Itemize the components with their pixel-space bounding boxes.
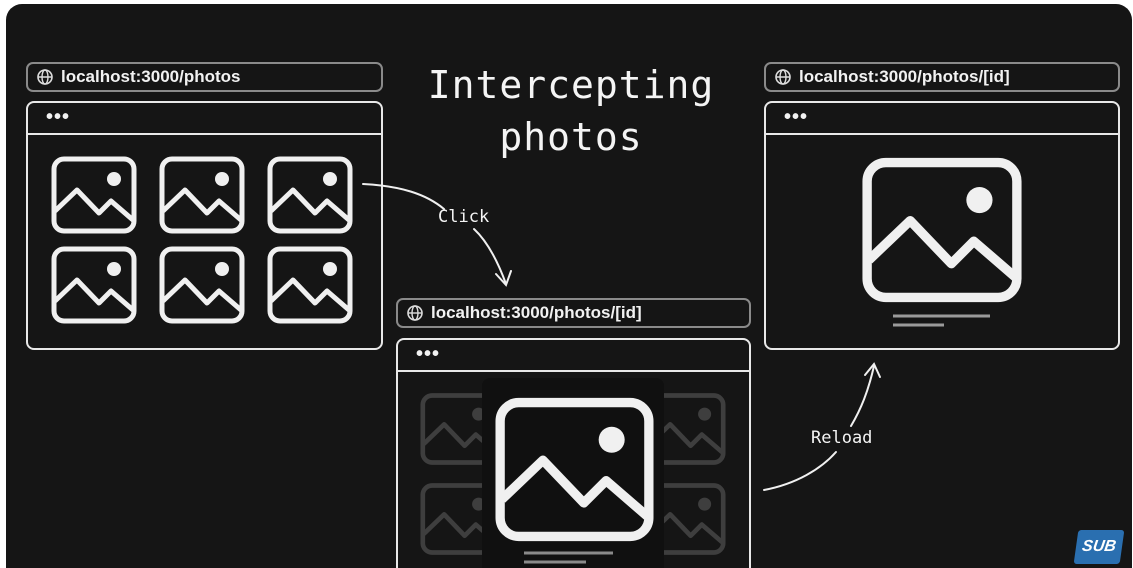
image-icon [270, 249, 350, 321]
left-photo-grid [54, 159, 350, 321]
image-icon [162, 159, 242, 231]
click-arrow [362, 183, 512, 287]
diagram-canvas: Intercepting photos localhost:3000/photo… [6, 4, 1132, 568]
right-photo [867, 163, 1017, 327]
diagram-graphics [6, 4, 1132, 568]
image-icon [54, 159, 134, 231]
reload-arrow [763, 362, 881, 491]
reload-label: Reload [811, 428, 873, 448]
image-icon [162, 249, 242, 321]
image-icon [867, 163, 1017, 298]
sub-badge[interactable]: SUB [1073, 530, 1125, 564]
image-icon [54, 249, 134, 321]
click-label: Click [438, 207, 490, 227]
image-icon [270, 159, 350, 231]
